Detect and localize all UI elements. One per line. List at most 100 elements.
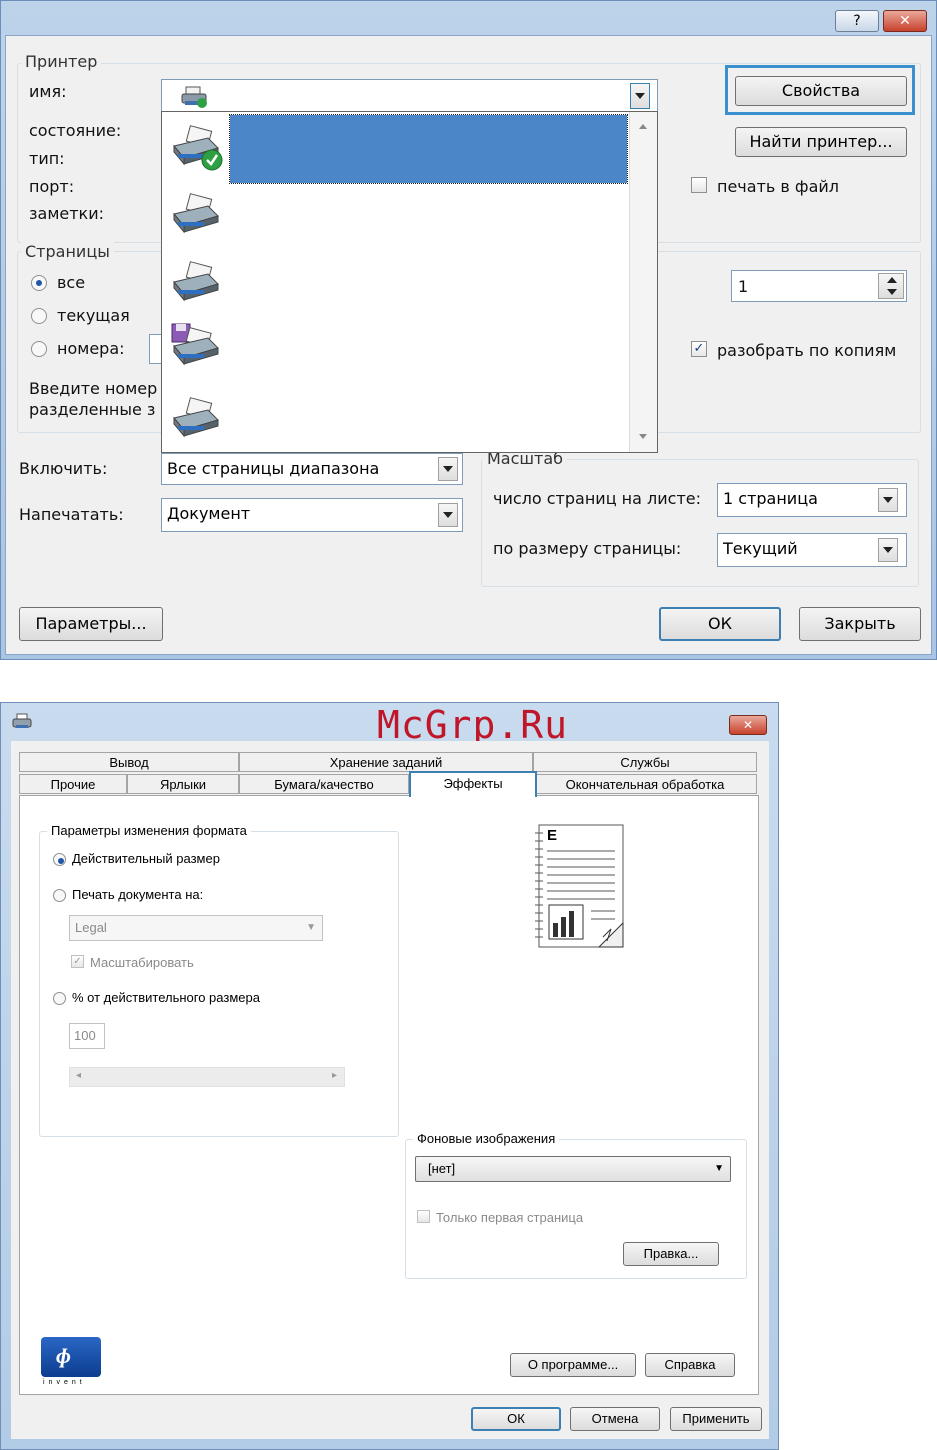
- ok-button[interactable]: ОК: [471, 1407, 561, 1431]
- actual-size-label: Действительный размер: [72, 851, 220, 866]
- fax-printer-icon: [171, 323, 219, 366]
- printer-icon: [173, 261, 219, 302]
- help-button[interactable]: Справка: [645, 1353, 735, 1377]
- watermark-combo[interactable]: [нет] ▼: [415, 1156, 731, 1182]
- hp-logo-text: invent: [43, 1379, 86, 1386]
- resize-options-title: Параметры изменения формата: [47, 823, 251, 838]
- printer-list-item-selected[interactable]: [229, 114, 628, 184]
- scroll-up-icon[interactable]: [639, 124, 647, 129]
- hp-properties-dialog: McGrp.Ru ✕ Вывод Хранение заданий Службы…: [0, 702, 779, 1450]
- print-dialog: ? ✕ Принтер имя: состояние: тип: порт: з…: [0, 0, 937, 660]
- scroll-down-icon[interactable]: [639, 434, 647, 439]
- pages-per-sheet-label: число страниц на листе:: [493, 489, 701, 508]
- edit-watermark-button[interactable]: Правка...: [623, 1242, 719, 1266]
- fit-to-value: Текущий: [723, 539, 798, 558]
- pages-range-label: номера:: [57, 339, 125, 358]
- close-icon[interactable]: ✕: [883, 10, 927, 32]
- percent-label: % от действительного размера: [72, 990, 260, 1005]
- find-printer-button[interactable]: Найти принтер...: [735, 127, 907, 157]
- include-combo[interactable]: Все страницы диапазона: [161, 453, 463, 485]
- include-label: Включить:: [19, 459, 108, 478]
- printer-icon: [173, 397, 219, 438]
- spinner-arrows-icon[interactable]: [878, 273, 904, 299]
- collate-checkbox[interactable]: ✓: [691, 341, 707, 357]
- options-button[interactable]: Параметры...: [19, 607, 163, 641]
- percent-slider[interactable]: ◂ ▸: [69, 1067, 345, 1087]
- scroll-left-icon[interactable]: ◂: [76, 1070, 81, 1081]
- chevron-down-icon[interactable]: [630, 83, 650, 109]
- printer-default-icon: [173, 125, 223, 171]
- name-label: имя:: [29, 82, 67, 101]
- tab-output[interactable]: Вывод: [19, 752, 239, 772]
- scale-group: [481, 459, 919, 587]
- scrollbar[interactable]: [629, 112, 657, 452]
- percent-radio[interactable]: [53, 992, 66, 1005]
- chevron-down-icon[interactable]: [878, 538, 898, 562]
- pages-current-radio[interactable]: [31, 308, 47, 324]
- first-page-only-label: Только первая страница: [436, 1210, 584, 1225]
- percent-input[interactable]: 100: [69, 1023, 105, 1049]
- tab-services[interactable]: Службы: [533, 752, 757, 772]
- page-preview-icon: [535, 824, 624, 948]
- pages-per-sheet-value: 1 страница: [723, 489, 818, 508]
- properties-button[interactable]: Свойства: [735, 76, 907, 106]
- tab-effects[interactable]: Эффекты: [409, 771, 537, 797]
- tab-paper-quality[interactable]: Бумага/качество: [239, 774, 409, 794]
- port-label: порт:: [29, 177, 75, 196]
- tab-other[interactable]: Прочие: [19, 774, 127, 794]
- type-label: тип:: [29, 149, 65, 168]
- fit-to-combo[interactable]: Текущий: [717, 533, 907, 567]
- watermarks-title: Фоновые изображения: [413, 1131, 560, 1146]
- print-to-file-checkbox[interactable]: [691, 177, 707, 193]
- close-dialog-button[interactable]: Закрыть: [799, 607, 921, 641]
- apply-button[interactable]: Применить: [670, 1407, 762, 1431]
- paper-size-combo[interactable]: Legal ▼: [69, 915, 323, 941]
- resize-options-group: [39, 831, 399, 1137]
- printer-name-combo[interactable]: [161, 79, 658, 113]
- printer-small-icon: [12, 713, 32, 728]
- tab-shortcuts[interactable]: Ярлыки: [127, 774, 239, 794]
- include-value: Все страницы диапазона: [167, 459, 380, 478]
- pages-hint-line1: Введите номер: [29, 379, 158, 398]
- pages-group-title: Страницы: [21, 242, 114, 261]
- comment-label: заметки:: [29, 204, 104, 223]
- pages-all-radio[interactable]: [31, 275, 47, 291]
- scroll-right-icon[interactable]: ▸: [332, 1070, 337, 1081]
- print-on-label: Печать документа на:: [72, 887, 204, 902]
- help-button[interactable]: ?: [835, 10, 879, 32]
- printer-group-title: Принтер: [21, 52, 102, 71]
- copies-spinner[interactable]: 1: [731, 270, 907, 302]
- paper-size-value: Legal: [75, 920, 107, 935]
- chevron-down-icon[interactable]: [878, 488, 898, 512]
- cancel-button[interactable]: Отмена: [570, 1407, 660, 1431]
- hp-logo-mark: ɸ: [56, 1343, 71, 1368]
- fit-to-label: по размеру страницы:: [493, 539, 682, 558]
- chevron-down-icon[interactable]: [438, 457, 458, 481]
- print-what-combo[interactable]: Документ: [161, 498, 463, 532]
- actual-size-radio[interactable]: [53, 853, 66, 866]
- copies-value: 1: [738, 277, 749, 296]
- pages-all-label: все: [57, 273, 86, 292]
- close-icon[interactable]: ✕: [729, 715, 767, 735]
- first-page-only-checkbox[interactable]: [417, 1210, 430, 1223]
- printer-small-icon: [181, 86, 207, 108]
- about-button[interactable]: О программе...: [510, 1353, 636, 1377]
- pages-range-radio[interactable]: [31, 341, 47, 357]
- status-label: состояние:: [29, 121, 122, 140]
- print-on-radio[interactable]: [53, 889, 66, 902]
- chevron-down-icon[interactable]: [438, 503, 458, 527]
- tab-job-storage[interactable]: Хранение заданий: [239, 752, 533, 772]
- print-to-file-label: печать в файл: [717, 177, 840, 196]
- scale-to-fit-label: Масштабировать: [90, 955, 194, 970]
- ok-button[interactable]: ОК: [659, 607, 781, 641]
- print-what-label: Напечатать:: [19, 505, 124, 524]
- collate-label: разобрать по копиям: [717, 341, 897, 360]
- scale-to-fit-checkbox[interactable]: ✓: [71, 955, 84, 968]
- print-what-value: Документ: [167, 504, 251, 523]
- pages-per-sheet-combo[interactable]: 1 страница: [717, 483, 907, 517]
- pages-hint-line2: разделенные з: [29, 400, 156, 419]
- pages-current-label: текущая: [57, 306, 130, 325]
- tab-finishing[interactable]: Окончательная обработка: [533, 774, 757, 794]
- printer-dropdown-list[interactable]: [161, 111, 658, 453]
- chevron-down-icon: ▼: [714, 1163, 724, 1174]
